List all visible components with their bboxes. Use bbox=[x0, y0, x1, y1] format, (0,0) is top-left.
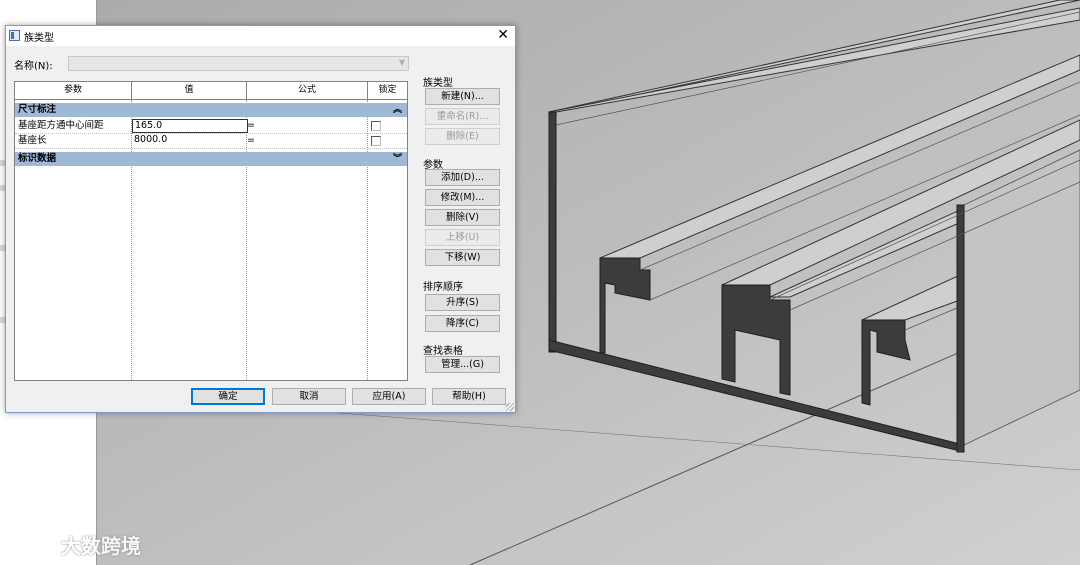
formula-field[interactable]: = bbox=[247, 134, 255, 148]
column-header-lock[interactable]: 锁定 bbox=[368, 82, 407, 99]
new-type-button[interactable]: 新建(N)... bbox=[425, 88, 500, 105]
family-types-label: 族类型 bbox=[423, 78, 453, 89]
apply-button[interactable]: 应用(A) bbox=[352, 388, 426, 405]
name-select[interactable]: ▼ bbox=[68, 56, 409, 71]
table-row: 基座长 8000.0 = bbox=[15, 134, 407, 149]
table-row: 基座距方通中心间距 165.0 = bbox=[15, 119, 407, 134]
dialog-title: 族类型 bbox=[24, 33, 54, 44]
column-header-formula[interactable]: 公式 bbox=[247, 82, 368, 99]
remove-parameter-button[interactable]: 删除(V) bbox=[425, 209, 500, 226]
group-header-identity-data[interactable]: 标识数据 ︾ bbox=[15, 152, 407, 166]
chevron-down-icon: ▼ bbox=[398, 58, 405, 67]
grid-header: 参数 值 公式 锁定 bbox=[15, 82, 407, 100]
close-icon[interactable]: ✕ bbox=[497, 27, 509, 43]
add-parameter-button[interactable]: 添加(D)... bbox=[425, 169, 500, 186]
value-field[interactable]: 8000.0 bbox=[132, 134, 246, 146]
app-icon bbox=[9, 30, 20, 41]
move-up-button[interactable]: 上移(U) bbox=[425, 229, 500, 246]
cancel-button[interactable]: 取消 bbox=[272, 388, 346, 405]
delete-type-button[interactable]: 删除(E) bbox=[425, 128, 500, 145]
parameter-grid: 参数 值 公式 锁定 尺寸标注 ︽ 基座距方通中心间距 165.0 = 基座长 … bbox=[14, 81, 408, 381]
family-types-dialog: 族类型 ✕ 名称(N): ▼ 参数 值 公式 锁定 尺寸标注 ︽ 基座距方通中心… bbox=[5, 25, 516, 413]
watermark: 大数跨境 bbox=[8, 530, 141, 558]
move-down-button[interactable]: 下移(W) bbox=[425, 249, 500, 266]
lock-checkbox[interactable] bbox=[371, 121, 381, 131]
column-header-value[interactable]: 值 bbox=[132, 82, 247, 99]
watermark-text: 大数跨境 bbox=[60, 534, 141, 558]
group-label: 尺寸标注 bbox=[18, 104, 57, 115]
sort-ascending-button[interactable]: 升序(S) bbox=[425, 294, 500, 311]
sort-descending-button[interactable]: 降序(C) bbox=[425, 315, 500, 332]
column-header-parameter[interactable]: 参数 bbox=[15, 82, 132, 99]
ok-button[interactable]: 确定 bbox=[191, 388, 265, 405]
manage-lookup-button[interactable]: 管理...(G) bbox=[425, 356, 500, 373]
watermark-logo-icon bbox=[8, 534, 46, 555]
param-name: 基座长 bbox=[18, 135, 47, 146]
sort-order-label: 排序顺序 bbox=[423, 282, 463, 293]
resize-grip-icon[interactable] bbox=[506, 403, 514, 411]
name-label: 名称(N): bbox=[14, 61, 53, 72]
lookup-tables-label: 查找表格 bbox=[423, 346, 463, 357]
collapse-icon[interactable]: ︽ bbox=[393, 103, 402, 117]
value-field[interactable]: 165.0 bbox=[132, 119, 248, 133]
group-header-dimensions[interactable]: 尺寸标注 ︽ bbox=[15, 103, 407, 117]
expand-icon[interactable]: ︾ bbox=[393, 152, 402, 166]
param-name: 基座距方通中心间距 bbox=[18, 120, 104, 131]
group-label: 标识数据 bbox=[18, 153, 57, 164]
dialog-titlebar[interactable]: 族类型 ✕ bbox=[6, 26, 515, 46]
lock-checkbox[interactable] bbox=[371, 136, 381, 146]
modify-parameter-button[interactable]: 修改(M)... bbox=[425, 189, 500, 206]
help-button[interactable]: 帮助(H) bbox=[432, 388, 506, 405]
formula-field[interactable]: = bbox=[247, 119, 255, 133]
rename-type-button[interactable]: 重命名(R)... bbox=[425, 108, 500, 125]
